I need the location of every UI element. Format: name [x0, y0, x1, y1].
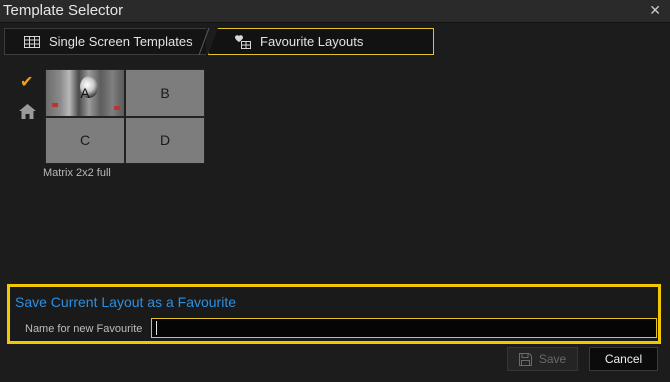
- preview-detail: [114, 106, 120, 110]
- cancel-button[interactable]: Cancel: [589, 347, 658, 371]
- tab-label: Single Screen Templates: [49, 34, 193, 49]
- tab-strip: Single Screen Templates Favourite Layout…: [0, 26, 670, 58]
- layout-cell-d[interactable]: D: [126, 117, 204, 163]
- title-bar: Template Selector ✕: [0, 0, 670, 23]
- cell-label: B: [160, 84, 170, 101]
- window-title: Template Selector: [3, 2, 124, 19]
- favourite-layout-icon: [235, 34, 251, 49]
- save-icon: [518, 352, 532, 366]
- layout-cell-a[interactable]: A: [46, 70, 124, 116]
- home-icon[interactable]: [19, 104, 36, 124]
- text-caret: [156, 321, 157, 335]
- preview-detail: [52, 103, 58, 107]
- tab-favourite-layouts[interactable]: Favourite Layouts: [208, 28, 434, 55]
- panel-title: Save Current Layout as a Favourite: [15, 294, 237, 310]
- layout-name: Matrix 2x2 full: [43, 167, 111, 179]
- layout-cell-b[interactable]: B: [126, 70, 204, 116]
- save-favourite-panel: Save Current Layout as a Favourite Name …: [7, 284, 661, 344]
- tab-single-screen-templates[interactable]: Single Screen Templates: [4, 28, 206, 55]
- favourite-name-input[interactable]: [151, 318, 657, 338]
- check-icon[interactable]: ✔: [20, 72, 33, 92]
- cell-label: A: [80, 84, 90, 101]
- layout-cell-c[interactable]: C: [46, 117, 124, 163]
- cell-label: D: [159, 132, 171, 149]
- cell-label: C: [79, 132, 91, 149]
- cancel-label: Cancel: [604, 352, 643, 366]
- grid-icon: [24, 35, 40, 48]
- tab-divider: [198, 28, 210, 55]
- save-label: Save: [538, 352, 567, 366]
- favourite-name-label: Name for new Favourite: [25, 323, 143, 335]
- close-icon[interactable]: ✕: [649, 2, 661, 19]
- layout-thumbnail[interactable]: A B C D: [45, 69, 205, 164]
- tab-label: Favourite Layouts: [260, 34, 364, 49]
- save-button[interactable]: Save: [507, 347, 578, 371]
